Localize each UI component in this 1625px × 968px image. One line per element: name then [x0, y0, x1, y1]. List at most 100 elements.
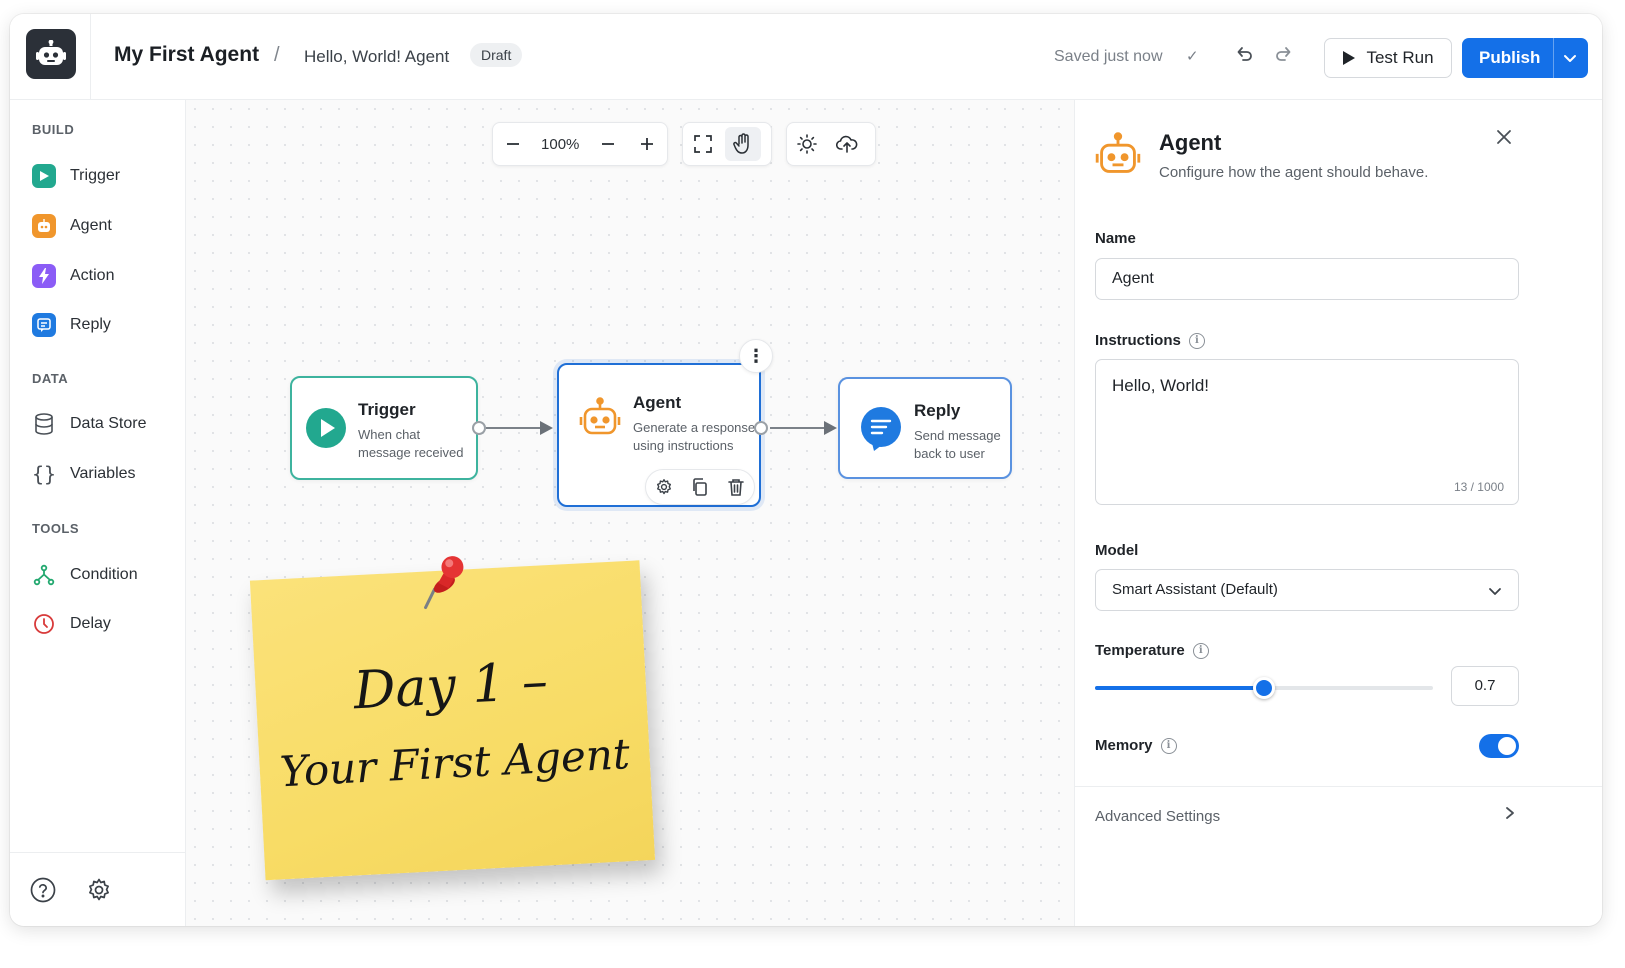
- gear-icon[interactable]: [655, 478, 673, 496]
- fullscreen-icon: [694, 135, 712, 153]
- sidebar-item-reply[interactable]: Reply: [32, 312, 111, 338]
- breadcrumb[interactable]: Hello, World! Agent: [304, 47, 449, 67]
- node-agent[interactable]: ⋮ Agent Generate a response using instru…: [557, 339, 773, 507]
- more-options-button[interactable]: ⋮: [739, 339, 773, 373]
- sidebar-item-delay[interactable]: Delay: [32, 611, 111, 637]
- sidebar-item-label: Reply: [70, 316, 111, 333]
- memory-toggle[interactable]: [1479, 734, 1519, 758]
- app-logo[interactable]: [26, 29, 76, 79]
- zoom-level[interactable]: 100%: [533, 136, 588, 153]
- node-description-line2: back to user: [914, 446, 985, 461]
- model-selected-value: Smart Assistant (Default): [1112, 581, 1278, 598]
- gear-icon[interactable]: [86, 877, 112, 903]
- canvas-extra-controls: [786, 122, 876, 166]
- sidebar-item-variables[interactable]: {} Variables: [32, 461, 136, 487]
- instructions-text: Hello, World!: [1112, 376, 1209, 395]
- sidebar-item-label: Variables: [70, 465, 136, 482]
- sidebar-footer: [10, 852, 186, 926]
- pan-tool-button[interactable]: [725, 127, 761, 161]
- temperature-input[interactable]: 0.7: [1451, 666, 1519, 706]
- publish-divider: [1553, 38, 1554, 78]
- name-label-text: Name: [1095, 230, 1136, 247]
- workflow-canvas[interactable]: 100% Trigger When chat message received …: [186, 100, 1084, 926]
- robot-icon: [579, 397, 621, 435]
- minus-icon: [601, 143, 614, 145]
- play-circle-icon: [306, 408, 346, 448]
- instructions-label-text: Instructions: [1095, 332, 1181, 349]
- output-port[interactable]: [472, 421, 486, 435]
- export-button[interactable]: [827, 122, 867, 166]
- close-icon[interactable]: [1495, 128, 1513, 146]
- redo-button[interactable]: [1274, 44, 1294, 69]
- edge-trigger-agent: [486, 427, 542, 429]
- test-run-button[interactable]: Test Run: [1324, 38, 1452, 78]
- theme-button[interactable]: [787, 122, 827, 166]
- node-title: Trigger: [358, 400, 416, 419]
- logo-divider: [90, 14, 91, 100]
- copy-icon[interactable]: [691, 478, 709, 496]
- zoom-in-button[interactable]: [627, 122, 667, 166]
- publish-button[interactable]: Publish: [1462, 38, 1588, 78]
- node-title: Reply: [914, 401, 961, 420]
- sun-icon: [797, 134, 817, 154]
- sidebar-item-action[interactable]: Action: [32, 263, 114, 289]
- minus-icon: [506, 143, 519, 145]
- node-reply[interactable]: Reply Send message back to user: [838, 377, 1012, 479]
- instructions-textarea[interactable]: Hello, World! 13 / 1000: [1095, 359, 1519, 505]
- chevron-down-icon: [1489, 588, 1501, 595]
- hand-icon: [733, 133, 749, 154]
- view-controls: [682, 122, 772, 166]
- character-count: 13 / 1000: [1453, 480, 1504, 494]
- plus-icon: [641, 138, 654, 150]
- temperature-slider[interactable]: [1095, 677, 1433, 699]
- toggle-knob: [1498, 737, 1516, 755]
- fit-view-button[interactable]: [683, 122, 723, 166]
- play-icon: [32, 164, 56, 188]
- braces-icon: {}: [31, 462, 57, 486]
- memory-label-text: Memory: [1095, 737, 1153, 754]
- slider-handle[interactable]: [1253, 677, 1275, 699]
- info-icon[interactable]: i: [1160, 737, 1177, 754]
- section-title-build: BUILD: [32, 122, 75, 137]
- node-description-line2: using instructions: [633, 438, 734, 453]
- play-icon: [1343, 51, 1356, 65]
- sidebar-item-label: Trigger: [70, 167, 121, 184]
- name-field[interactable]: Agent: [1095, 258, 1519, 300]
- info-icon[interactable]: i: [1188, 332, 1205, 349]
- model-select[interactable]: Smart Assistant (Default): [1095, 569, 1519, 611]
- page-title[interactable]: My First Agent: [114, 43, 259, 67]
- properties-panel: Agent Configure how the agent should beh…: [1074, 100, 1602, 926]
- zoom-out-button[interactable]: [493, 122, 533, 166]
- arrow-icon: [824, 421, 837, 435]
- zoom-minus-button[interactable]: [588, 122, 628, 166]
- trash-icon[interactable]: [727, 478, 745, 496]
- node-title: Agent: [633, 393, 682, 412]
- node-trigger[interactable]: Trigger When chat message received: [290, 376, 486, 480]
- section-title-data: DATA: [32, 371, 69, 386]
- sticky-note[interactable]: Day 1 – Your First Agent: [249, 556, 666, 900]
- sidebar-item-condition[interactable]: Condition: [32, 562, 138, 588]
- check-icon: ✓: [1186, 48, 1199, 65]
- sidebar-item-trigger[interactable]: Trigger: [32, 163, 120, 189]
- temperature-label: Temperature i: [1095, 642, 1209, 659]
- advanced-settings-link[interactable]: Advanced Settings: [1095, 808, 1220, 825]
- robot-logo-icon: [36, 40, 66, 65]
- sidebar-item-label: Delay: [70, 615, 111, 632]
- sidebar-item-data-store[interactable]: Data Store: [32, 411, 146, 437]
- undo-button[interactable]: [1234, 44, 1254, 69]
- node-description-line1: Generate a response: [633, 420, 756, 435]
- slider-fill: [1095, 686, 1264, 690]
- sidebar-item-label: Agent: [70, 217, 112, 234]
- sidebar-item-agent[interactable]: Agent: [32, 213, 112, 239]
- help-icon[interactable]: [30, 877, 56, 903]
- chevron-down-icon[interactable]: [1562, 48, 1578, 68]
- cloud-upload-icon: [836, 135, 858, 153]
- robot-icon: [1095, 132, 1141, 173]
- zoom-controls: 100%: [492, 122, 668, 166]
- node-description-line1: When chat: [358, 427, 421, 442]
- chevron-right-icon[interactable]: [1503, 804, 1517, 822]
- publish-label: Publish: [1479, 48, 1541, 67]
- info-icon[interactable]: i: [1192, 642, 1209, 659]
- panel-title: Agent: [1159, 130, 1222, 155]
- output-port[interactable]: [754, 421, 768, 435]
